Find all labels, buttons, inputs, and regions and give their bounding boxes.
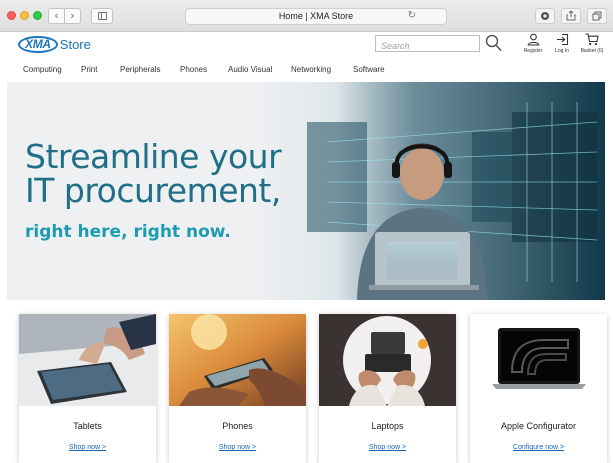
nav-item-computing[interactable]: Computing — [23, 65, 62, 74]
category-card-phones[interactable]: Phones Shop now > — [169, 314, 306, 463]
basket-button[interactable]: Basket (0) — [575, 33, 609, 61]
search-box[interactable] — [375, 35, 480, 54]
close-window-button[interactable] — [7, 11, 16, 20]
hero-banner[interactable]: Streamline your IT procurement, right he… — [7, 82, 605, 300]
category-name: Laptops — [371, 421, 404, 431]
basket-label: Basket (0) — [580, 48, 604, 54]
category-card-laptops[interactable]: Laptops Shop now > — [319, 314, 456, 463]
category-name: Apple Configurator — [500, 421, 577, 431]
tabs-icon — [592, 11, 602, 21]
shield-icon — [541, 12, 549, 20]
back-button[interactable]: ‹ — [48, 8, 65, 24]
nav-item-audio-visual[interactable]: Audio Visual — [228, 65, 272, 74]
login-label: Log In — [555, 48, 569, 54]
tablets-image — [19, 314, 156, 406]
shop-now-link[interactable]: Shop now > — [169, 444, 306, 451]
tabs-overview-button[interactable] — [587, 8, 607, 24]
nav-item-phones[interactable]: Phones — [180, 65, 207, 74]
reload-icon[interactable]: ↻ — [408, 10, 416, 21]
login-icon — [556, 33, 568, 46]
hero-headline-line2: IT procurement, — [25, 171, 281, 210]
logo-mark: XMA — [18, 35, 58, 53]
category-nav: Computing Print Peripherals Phones Audio… — [0, 65, 613, 77]
sidebar-toggle-button[interactable] — [91, 8, 113, 24]
hero-headline: Streamline your IT procurement, — [25, 137, 282, 210]
zoom-window-button[interactable] — [33, 11, 42, 20]
shop-now-link[interactable]: Shop now > — [19, 444, 156, 451]
shop-now-link[interactable]: Shop now > — [319, 444, 456, 451]
share-button[interactable] — [561, 8, 581, 24]
nav-item-software[interactable]: Software — [353, 65, 385, 74]
sidebar-icon — [98, 12, 107, 20]
nav-item-print[interactable]: Print — [81, 65, 97, 74]
configure-now-link[interactable]: Configure now > — [470, 444, 607, 451]
site-header: XMA Store Register Log In Basket (0) Com — [0, 32, 613, 82]
forward-button[interactable]: › — [64, 8, 81, 24]
category-name: Phones — [222, 421, 253, 431]
extension-button[interactable] — [535, 8, 555, 24]
laptops-image — [319, 314, 456, 406]
search-input[interactable] — [376, 38, 479, 54]
browser-toolbar: ‹ › Home | XMA Store ↻ — [0, 0, 613, 32]
nav-item-networking[interactable]: Networking — [291, 65, 331, 74]
search-icon[interactable] — [485, 34, 502, 52]
category-name: Tablets — [73, 421, 102, 431]
address-bar[interactable]: Home | XMA Store ↻ — [185, 8, 447, 25]
basket-icon — [585, 33, 599, 46]
logo-text: Store — [59, 36, 91, 52]
share-icon — [566, 10, 576, 21]
hero-subheadline: right here, right now. — [25, 222, 231, 242]
category-cards: Tablets Shop now > Phones Shop now > Lap… — [0, 300, 613, 463]
category-card-apple-configurator[interactable]: Apple Configurator Configure now > — [470, 314, 607, 463]
macbook-image — [470, 314, 607, 406]
nav-item-peripherals[interactable]: Peripherals — [120, 65, 160, 74]
phones-image — [169, 314, 306, 406]
hero-headline-line1: Streamline your — [25, 137, 282, 176]
login-button[interactable]: Log In — [545, 33, 579, 61]
user-icon — [527, 33, 539, 46]
minimize-window-button[interactable] — [20, 11, 29, 20]
xma-store-logo[interactable]: XMA Store — [18, 35, 91, 53]
category-card-tablets[interactable]: Tablets Shop now > — [19, 314, 156, 463]
